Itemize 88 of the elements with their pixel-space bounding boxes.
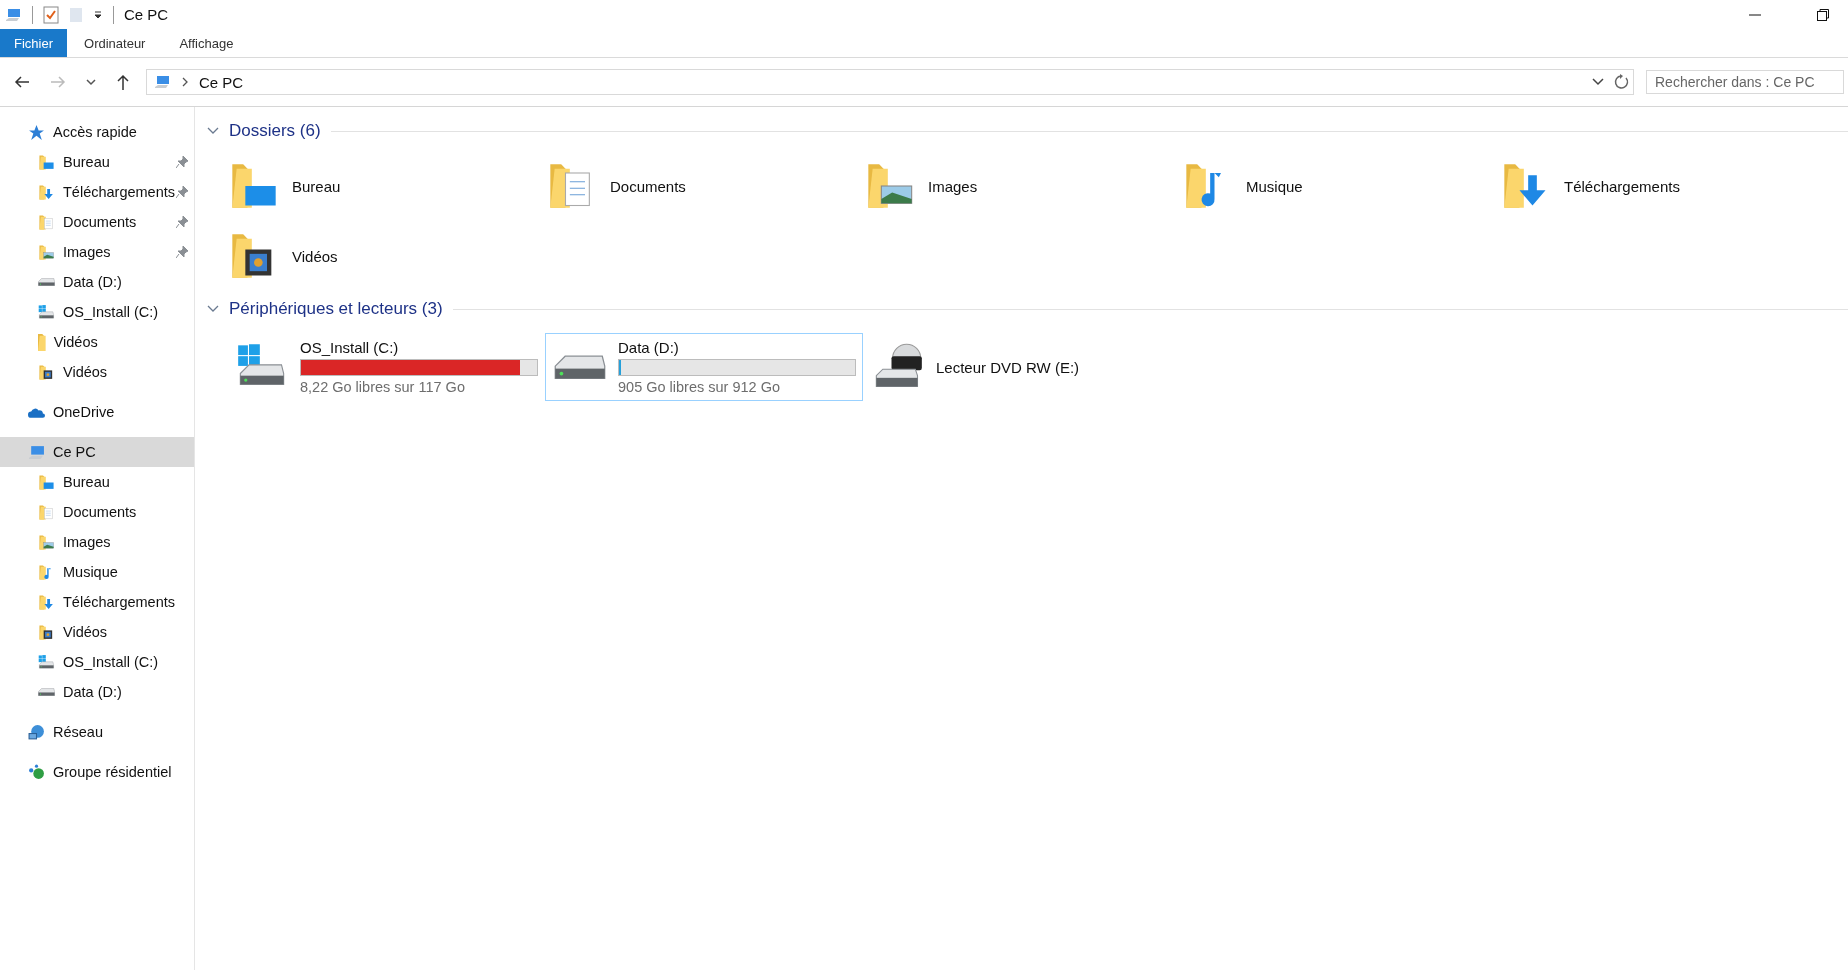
pictures-folder-icon [38, 243, 55, 261]
pictures-folder-icon [38, 533, 55, 551]
folder-tile[interactable]: Musique [1181, 151, 1499, 221]
pin-icon[interactable] [176, 156, 188, 168]
dropdown-icon[interactable] [93, 9, 103, 20]
pin-icon[interactable] [176, 216, 188, 228]
homegroup-icon [28, 763, 45, 781]
sidebar-item[interactable]: Vidéos [0, 357, 194, 387]
sidebar-item[interactable]: Images [0, 237, 194, 267]
item-label: Vidéos [292, 247, 338, 265]
sidebar-item[interactable]: Réseau [0, 717, 194, 747]
pin-icon[interactable] [176, 186, 188, 198]
item-label: Documents [610, 177, 686, 195]
address-bar[interactable]: Ce PC [146, 69, 1611, 95]
sidebar-item[interactable]: Groupe résidentiel [0, 757, 194, 787]
chevron-down-icon[interactable] [86, 78, 96, 86]
documents-folder-icon [38, 213, 55, 231]
sidebar-item[interactable]: Accès rapide [0, 117, 194, 147]
free-space-text: 905 Go libres sur 912 Go [618, 379, 781, 395]
ribbon-tab[interactable]: Fichier [0, 29, 67, 57]
sidebar-item[interactable]: Documents [0, 207, 194, 237]
sidebar-item[interactable]: Ce PC [0, 437, 194, 467]
restore-icon[interactable] [1816, 7, 1830, 22]
documents-folder-icon [38, 503, 55, 521]
sidebar-item[interactable]: Téléchargements [0, 177, 194, 207]
item-label: Musique [1246, 177, 1303, 195]
computer-icon[interactable] [4, 6, 22, 23]
sidebar-item[interactable]: Musique [0, 557, 194, 587]
sidebar-item[interactable]: Documents [0, 497, 194, 527]
properties-icon[interactable] [43, 5, 59, 24]
sidebar-item[interactable]: OneDrive [0, 397, 194, 427]
chevron-down-icon[interactable] [1592, 78, 1604, 86]
sidebar-item[interactable]: Images [0, 527, 194, 557]
refresh-button[interactable] [1610, 69, 1634, 95]
refresh-icon[interactable] [1613, 74, 1630, 90]
folder-tile[interactable]: Images [863, 151, 1181, 221]
free-space-text: 8,22 Go libres sur 117 Go [300, 379, 466, 395]
chevron-right-icon[interactable] [181, 77, 189, 87]
chevron-icon[interactable] [207, 127, 219, 135]
folder-icon [38, 333, 46, 351]
computer-icon [28, 443, 45, 461]
drive-icon [38, 277, 55, 287]
window-title: Ce PC [124, 6, 169, 23]
network-icon [28, 723, 45, 741]
breadcrumb[interactable]: Ce PC [199, 73, 244, 91]
folder-tile[interactable]: Téléchargements [1499, 151, 1817, 221]
sidebar-item[interactable]: Vidéos [0, 617, 194, 647]
drive-icon [38, 687, 55, 697]
search-field[interactable]: Rechercher dans : Ce PC [1646, 70, 1844, 94]
folder-tile[interactable]: Bureau [227, 151, 545, 221]
star-icon [28, 123, 45, 141]
video-folder-icon [38, 623, 55, 641]
desktop-folder-icon [38, 153, 55, 171]
folder-tile[interactable]: Documents [545, 151, 863, 221]
up-arrow-icon[interactable] [116, 74, 130, 90]
item-label: Bureau [292, 177, 341, 195]
sidebar-item[interactable]: OS_Install (C:) [0, 647, 194, 677]
chevron-icon[interactable] [207, 305, 219, 313]
video-folder-icon [38, 363, 55, 381]
sidebar-item[interactable]: Vidéos [0, 327, 194, 357]
item-label: Data (D:) [618, 339, 680, 356]
sidebar-item[interactable]: Data (D:) [0, 267, 194, 297]
item-label: OS_Install (C:) [300, 339, 400, 356]
item-label: Téléchargements [1564, 177, 1680, 195]
windows-drive-icon [38, 653, 55, 671]
item-label: Images [928, 177, 978, 195]
ribbon-tab[interactable]: Ordinateur [67, 29, 163, 57]
sidebar-item[interactable]: Bureau [0, 467, 194, 497]
drive-tile[interactable]: OS_Install (C:) 8,22 Go libres sur 117 Go [227, 333, 545, 401]
desktop-folder-icon [38, 473, 55, 491]
computer-icon [153, 74, 171, 90]
pin-icon[interactable] [176, 246, 188, 258]
back-icon[interactable] [14, 75, 30, 89]
sidebar-item[interactable]: Téléchargements [0, 587, 194, 617]
section-title[interactable]: Périphériques et lecteurs (3) [229, 299, 443, 319]
folder-tile[interactable]: Vidéos [227, 221, 545, 291]
sidebar-item[interactable]: Data (D:) [0, 677, 194, 707]
item-label: Lecteur DVD RW (E:) [936, 358, 1080, 376]
download-folder-icon [38, 593, 55, 611]
drive-icon [554, 354, 606, 380]
section-title[interactable]: Dossiers (6) [229, 121, 321, 141]
drive-tile[interactable]: Lecteur DVD RW (E:) [863, 333, 1181, 401]
ribbon-tab[interactable]: Affichage [162, 29, 251, 57]
drive-tile[interactable]: Data (D:) 905 Go libres sur 912 Go [545, 333, 863, 401]
download-folder-icon [38, 183, 55, 201]
sidebar-item[interactable]: Bureau [0, 147, 194, 177]
windows-drive-icon [38, 303, 55, 321]
sidebar-item[interactable]: OS_Install (C:) [0, 297, 194, 327]
